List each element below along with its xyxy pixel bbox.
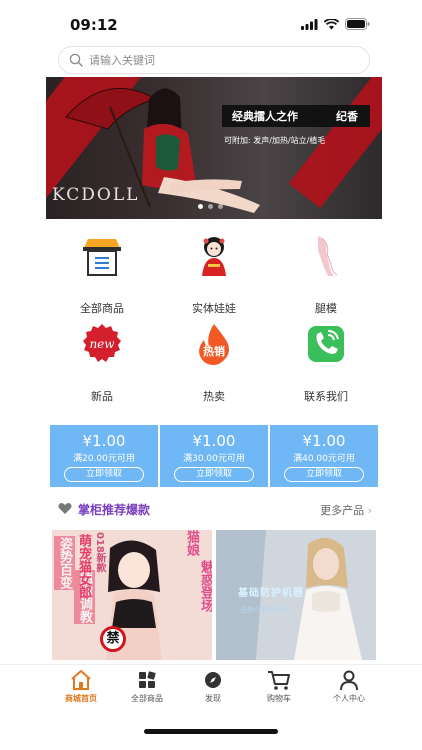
tab-label: 全部商品 (131, 694, 163, 703)
banner-headline: 经典擂人之作 纪香 (222, 105, 370, 127)
coupon-card: ¥1.00 满30.00元可用 立即领取 (160, 425, 268, 487)
svg-text:热销: 热销 (203, 344, 225, 358)
coupon-condition: 满40.00元可用 (293, 454, 355, 464)
more-products-label: 更多产品 (320, 504, 365, 517)
cart-icon (268, 671, 290, 690)
claim-coupon-button[interactable]: 立即领取 (284, 467, 364, 482)
forbidden-badge: 禁 (100, 626, 126, 652)
product-tagline: 姿势百变 (54, 536, 75, 590)
hot-sale-icon: 热销 (199, 324, 229, 365)
wifi-icon (324, 18, 339, 29)
status-bar: 09:12 (0, 0, 422, 44)
coupon-condition: 满20.00元可用 (73, 454, 135, 464)
category-label: 联系我们 (304, 390, 348, 403)
leg-model-icon (318, 236, 338, 276)
tab-profile[interactable]: 个人中心 (314, 669, 384, 704)
tab-discover[interactable]: 发现 (178, 669, 248, 704)
claim-coupon-button[interactable]: 立即领取 (64, 467, 144, 482)
coupon-amount: ¥1.00 (82, 432, 126, 450)
category-all-products[interactable]: 全部商品 (46, 234, 158, 316)
banner-headline-right: 纪香 (336, 110, 358, 123)
product-card[interactable]: 姿势百变 随你调教 萌宠猫女郎 018新款 禁 猫娘 魅惑登场 (52, 530, 212, 660)
banner-options-prefix: 可附加: (224, 136, 251, 145)
coupon-amount: ¥1.00 (192, 432, 236, 450)
coupon-condition: 满30.00元可用 (183, 454, 245, 464)
user-icon (340, 670, 358, 691)
status-time: 09:12 (70, 16, 118, 34)
bottom-tab-bar: 商城首页 全部商品 发现 购物车 个人中心 (0, 664, 422, 712)
category-label: 实体娃娃 (192, 302, 236, 315)
phone-icon (308, 326, 344, 362)
product-tagline: 萌宠猫女郎 (76, 534, 91, 599)
category-label: 新品 (91, 390, 113, 403)
coupon-card: ¥1.00 满20.00元可用 立即领取 (50, 425, 158, 487)
tab-label: 购物车 (267, 694, 291, 703)
category-new[interactable]: new 新品 (46, 322, 158, 404)
banner-options: 可附加: 发声/加热/站立/植毛 (224, 135, 325, 146)
product-tagline: 猫娘 (184, 530, 199, 556)
heart-icon (58, 503, 72, 514)
banner-headline-left: 经典擂人之作 (232, 110, 298, 123)
all-products-icon (83, 239, 121, 276)
category-contact[interactable]: 联系我们 (270, 322, 382, 404)
chevron-right-icon: › (367, 504, 372, 517)
status-icons (301, 18, 370, 30)
recommend-header: 掌柜推荐爆款 更多产品 › (56, 500, 372, 518)
coupon-card: ¥1.00 满40.00元可用 立即领取 (270, 425, 378, 487)
coupon-amount: ¥1.00 (302, 432, 346, 450)
tab-label: 个人中心 (333, 694, 365, 703)
search-bar[interactable] (58, 46, 370, 74)
home-indicator[interactable] (144, 729, 278, 734)
product-tagline: 魅惑登场 (198, 560, 212, 612)
svg-text:new: new (89, 337, 115, 351)
claim-coupon-button[interactable]: 立即领取 (174, 467, 254, 482)
banner-options-text: 发声/加热/站立/植毛 (253, 136, 326, 145)
doll-icon (202, 237, 226, 276)
more-products-link[interactable]: 更多产品 › (320, 502, 372, 518)
new-icon: new (83, 324, 121, 362)
category-leg-models[interactable]: 腿模 (270, 234, 382, 316)
product-tagline: 018新款 (94, 532, 105, 573)
tab-label: 发现 (205, 694, 221, 703)
category-label: 腿模 (315, 302, 337, 315)
tab-cart[interactable]: 购物车 (244, 669, 314, 704)
search-icon (69, 53, 83, 67)
home-icon (71, 670, 91, 690)
banner-pagination (198, 204, 223, 209)
grid-icon (139, 671, 156, 688)
product-subtitle: 全新AI智能系统 (240, 606, 289, 614)
signal-icon (301, 18, 318, 30)
banner-dot[interactable] (198, 204, 203, 209)
product-card[interactable]: 基础防护机器 全新AI智能系统 (216, 530, 376, 660)
tab-home[interactable]: 商城首页 (46, 669, 116, 704)
banner-dot[interactable] (218, 204, 223, 209)
search-input[interactable] (89, 53, 329, 67)
banner-brand: KCDOLL (52, 185, 140, 205)
category-dolls[interactable]: 实体娃娃 (158, 234, 270, 316)
battery-icon (345, 18, 370, 30)
tab-label: 商城首页 (65, 694, 97, 703)
compass-icon (205, 672, 221, 688)
category-label: 全部商品 (80, 302, 124, 315)
category-label: 热卖 (203, 390, 225, 403)
product-title: 基础防护机器 (238, 588, 304, 599)
tab-all-products[interactable]: 全部商品 (112, 669, 182, 704)
category-hot[interactable]: 热销 热卖 (158, 322, 270, 404)
banner-dot[interactable] (208, 204, 213, 209)
recommend-title: 掌柜推荐爆款 (78, 503, 151, 517)
promo-banner[interactable]: KCDOLL 经典擂人之作 纪香 可附加: 发声/加热/站立/植毛 (46, 77, 382, 219)
